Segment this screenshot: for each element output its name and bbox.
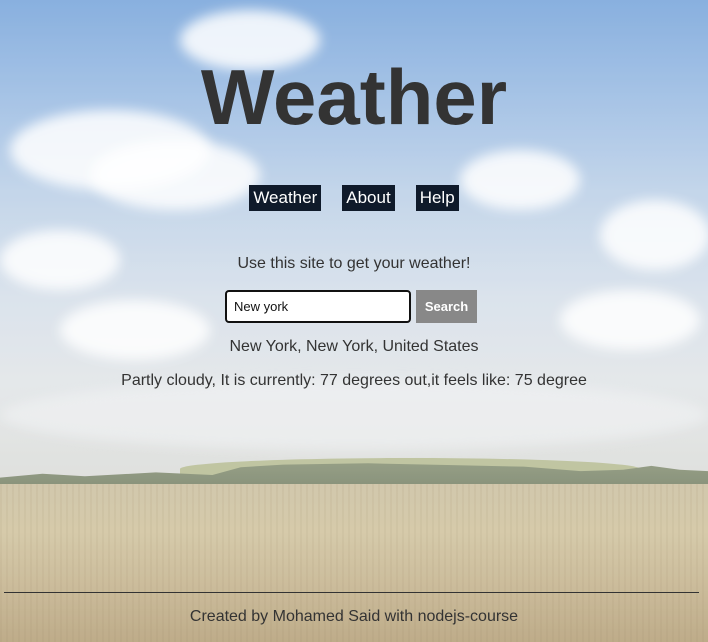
nav-link-weather[interactable]: Weather: [249, 185, 322, 211]
footer-credit: Created by Mohamed Said with nodejs-cour…: [189, 608, 519, 625]
location-result: New York, New York, United States: [229, 338, 479, 355]
page-title: Weather: [200, 53, 508, 141]
forecast-result: Partly cloudy, It is currently: 77 degre…: [121, 372, 587, 389]
main-nav: Weather About Help: [0, 185, 708, 211]
page-content: Weather Weather About Help Use this site…: [0, 0, 708, 642]
search-form: Search: [225, 290, 477, 323]
nav-link-about[interactable]: About: [342, 185, 395, 211]
nav-link-help[interactable]: Help: [415, 185, 459, 211]
intro-text: Use this site to get your weather!: [237, 255, 471, 272]
footer-divider: [4, 592, 699, 593]
location-search-input[interactable]: [225, 290, 411, 323]
search-button[interactable]: Search: [416, 290, 477, 323]
